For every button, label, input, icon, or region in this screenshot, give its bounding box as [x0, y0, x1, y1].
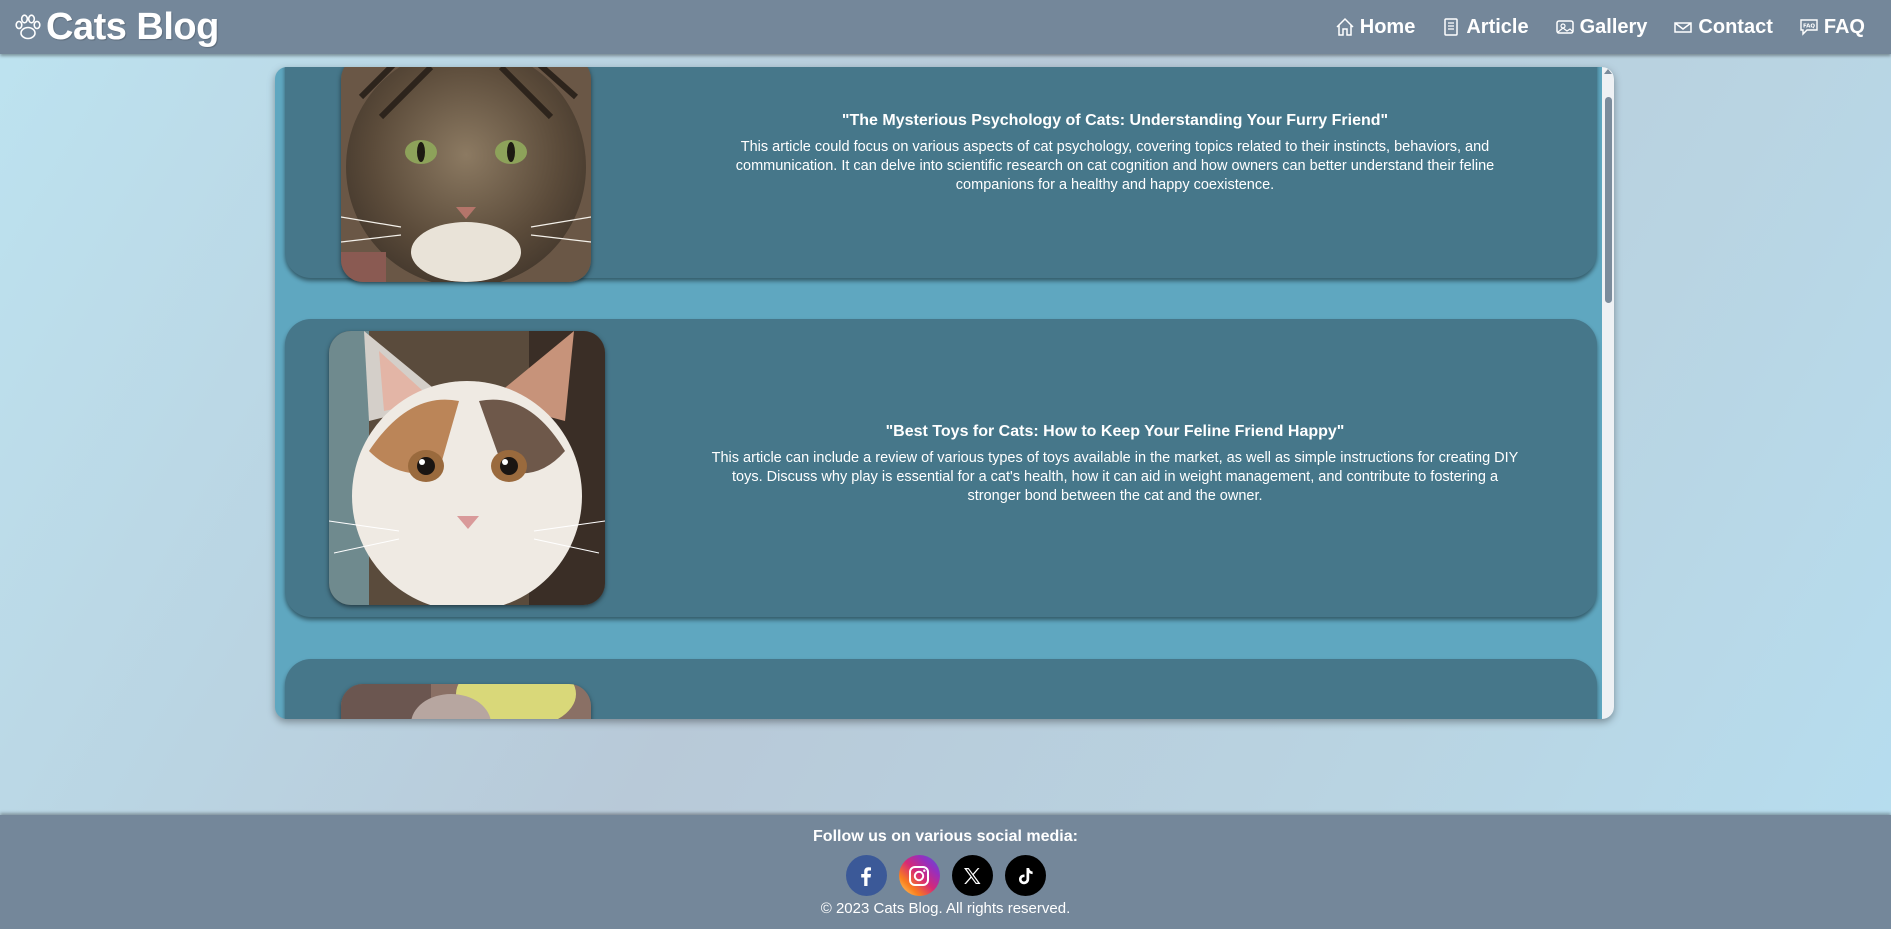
- copyright-text: © 2023 Cats Blog. All rights reserved.: [820, 900, 1071, 917]
- nav-faq-label: FAQ: [1823, 15, 1865, 38]
- site-header: Cats Blog Home Article Gallery Contact F…: [0, 0, 1891, 54]
- scroll-thumb[interactable]: [1605, 97, 1612, 303]
- article-card[interactable]: "Best Toys for Cats: How to Keep Your Fe…: [285, 319, 1597, 617]
- x-icon[interactable]: [951, 855, 993, 896]
- nav-gallery-label: Gallery: [1579, 15, 1648, 38]
- tiktok-icon[interactable]: [1004, 855, 1046, 896]
- faq-icon: FAQ: [1800, 19, 1818, 36]
- tabby-cat-photo: [341, 67, 591, 282]
- scrollbar[interactable]: [1602, 67, 1614, 719]
- instagram-icon[interactable]: [898, 855, 940, 896]
- nav-home[interactable]: Home: [1335, 15, 1416, 39]
- nav-home-label: Home: [1359, 15, 1416, 38]
- follow-text: Follow us on various social media:: [813, 828, 1078, 845]
- brand-title: Cats Blog: [46, 5, 219, 48]
- main-nav: Home Article Gallery Contact FAQ FAQ: [1335, 16, 1879, 39]
- site-footer: Follow us on various social media: © 202…: [0, 815, 1891, 929]
- gallery-icon: [1555, 20, 1574, 34]
- nav-article[interactable]: Article: [1441, 15, 1529, 39]
- brand-logo[interactable]: Cats Blog: [12, 6, 219, 49]
- article-icon: [1444, 18, 1459, 36]
- contact-icon: [1674, 22, 1693, 33]
- nav-contact-label: Contact: [1698, 15, 1773, 38]
- svg-text:FAQ: FAQ: [1803, 24, 1815, 30]
- facebook-icon[interactable]: [845, 855, 887, 896]
- nav-gallery[interactable]: Gallery: [1555, 15, 1648, 39]
- article-summary: This article could focus on various aspe…: [735, 139, 1495, 193]
- article-card[interactable]: [285, 659, 1597, 719]
- article-card[interactable]: "The Mysterious Psychology of Cats: Unde…: [285, 67, 1597, 282]
- home-icon: [1336, 17, 1354, 36]
- social-links: [0, 855, 1891, 896]
- article-title[interactable]: "The Mysterious Psychology of Cats: Unde…: [705, 112, 1525, 130]
- calico-kitten-photo: [329, 331, 605, 605]
- nav-article-label: Article: [1466, 15, 1529, 38]
- scroll-up-arrow[interactable]: [1604, 69, 1612, 74]
- article-title[interactable]: "Best Toys for Cats: How to Keep Your Fe…: [705, 423, 1525, 441]
- cat-with-toy-photo: [341, 684, 591, 719]
- paw-icon: [15, 14, 41, 40]
- article-text: "Best Toys for Cats: How to Keep Your Fe…: [705, 423, 1525, 506]
- article-text: "The Mysterious Psychology of Cats: Unde…: [705, 112, 1525, 195]
- articles-panel[interactable]: "The Mysterious Psychology of Cats: Unde…: [275, 67, 1614, 719]
- nav-faq[interactable]: FAQ FAQ: [1799, 16, 1865, 39]
- article-summary: This article can include a review of var…: [711, 450, 1519, 504]
- nav-contact[interactable]: Contact: [1673, 15, 1773, 39]
